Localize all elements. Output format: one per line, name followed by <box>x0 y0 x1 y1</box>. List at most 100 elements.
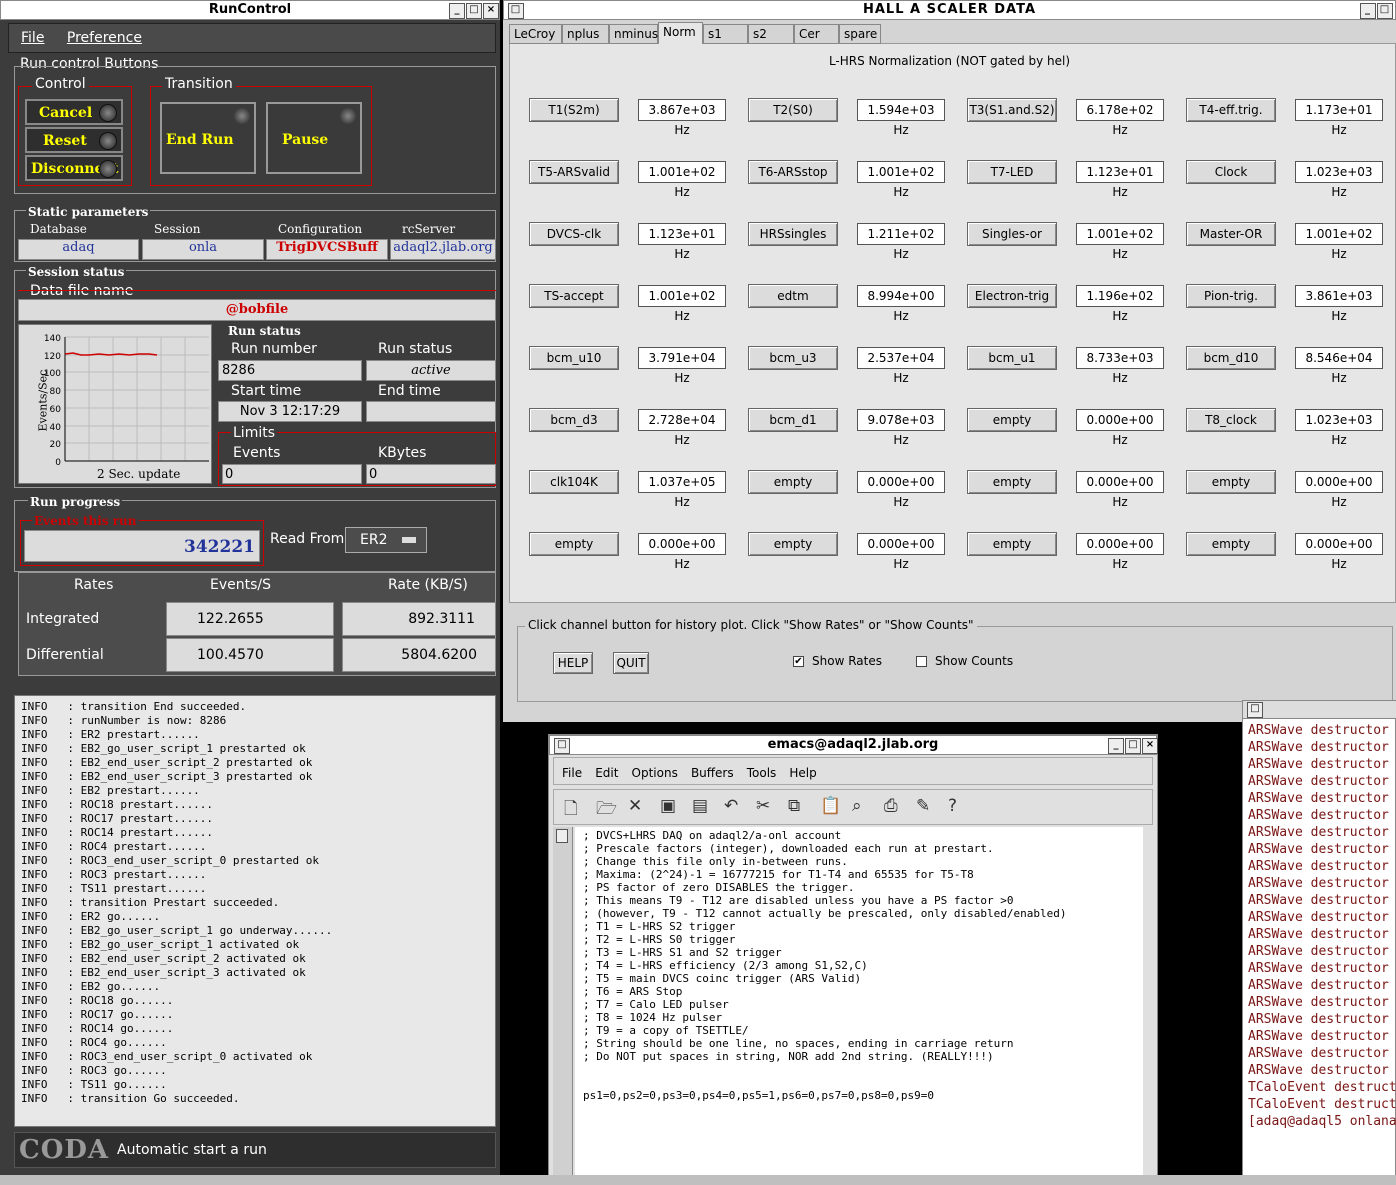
window-menu-icon[interactable]: □ <box>554 738 570 754</box>
channel-value[interactable]: 1.023e+03 Hz <box>1295 161 1383 199</box>
help-button[interactable]: HELP <box>553 652 593 674</box>
channel-value[interactable]: 3.861e+03 Hz <box>1295 285 1383 323</box>
minimize-icon[interactable]: _ <box>449 3 465 19</box>
channel-button[interactable]: empty <box>967 408 1057 432</box>
channel-button[interactable]: empty <box>529 532 619 556</box>
channel-button[interactable]: empty <box>1186 532 1276 556</box>
channel-value[interactable]: 3.867e+03 Hz <box>638 99 726 137</box>
channel-button[interactable]: Electron-trig <box>967 284 1057 308</box>
xterm-output[interactable]: ARSWave destructor ARSWave destructor ARSW… <box>1248 722 1396 1130</box>
channel-button[interactable]: T4-eff.trig. <box>1186 98 1276 122</box>
emacs-scrollbar[interactable] <box>553 827 573 1185</box>
channel-button[interactable]: T8_clock <box>1186 408 1276 432</box>
new-file-icon[interactable]: 🗋 <box>564 796 578 825</box>
channel-button[interactable]: empty <box>1186 470 1276 494</box>
cut-icon[interactable]: ✂ <box>756 796 770 816</box>
tab-lecroy[interactable]: LeCroy <box>509 24 562 44</box>
channel-value[interactable]: 1.001e+02 Hz <box>1076 223 1164 261</box>
emacs-menu-buffers[interactable]: Buffers <box>691 766 734 780</box>
channel-button[interactable]: DVCS-clk <box>529 222 619 246</box>
channel-button[interactable]: HRSsingles <box>748 222 838 246</box>
kbytes-limit-input[interactable]: 0 <box>366 464 496 484</box>
help-icon[interactable]: ? <box>948 796 957 816</box>
channel-value[interactable]: 1.001e+02 Hz <box>638 285 726 323</box>
channel-button[interactable]: clk104K <box>529 470 619 494</box>
channel-button[interactable]: Clock <box>1186 160 1276 184</box>
scaler-titlebar[interactable]: □ HALL A SCALER DATA _ □ <box>503 0 1396 20</box>
emacs-menu-edit[interactable]: Edit <box>595 766 618 780</box>
channel-button[interactable]: T1(S2m) <box>529 98 619 122</box>
preferences-icon[interactable]: ✎ <box>916 796 930 816</box>
channel-button[interactable]: edtm <box>748 284 838 308</box>
channel-button[interactable]: Singles-or <box>967 222 1057 246</box>
quit-button[interactable]: QUIT <box>613 652 649 674</box>
channel-value[interactable]: 8.546e+04 Hz <box>1295 347 1383 385</box>
paste-icon[interactable]: 📋 <box>820 796 841 816</box>
channel-button[interactable]: bcm_d1 <box>748 408 838 432</box>
xterm-titlebar[interactable]: □ <box>1243 701 1396 719</box>
minimize-icon[interactable]: _ <box>1360 3 1376 19</box>
channel-value[interactable]: 1.123e+01 Hz <box>638 223 726 261</box>
close-icon[interactable]: ✕ <box>628 796 642 816</box>
channel-value[interactable]: 9.078e+03 Hz <box>857 409 945 447</box>
channel-button[interactable]: bcm_u10 <box>529 346 619 370</box>
channel-value[interactable]: 0.000e+00 Hz <box>1295 533 1383 571</box>
close-icon[interactable]: × <box>483 3 499 19</box>
channel-value[interactable]: 1.123e+01 Hz <box>1076 161 1164 199</box>
channel-button[interactable]: bcm_d3 <box>529 408 619 432</box>
channel-button[interactable]: Master-OR <box>1186 222 1276 246</box>
channel-value[interactable]: 1.023e+03 Hz <box>1295 409 1383 447</box>
emacs-menu-file[interactable]: File <box>562 766 582 780</box>
show-counts-checkbox[interactable] <box>916 656 927 667</box>
reset-button[interactable]: Reset <box>25 127 123 153</box>
channel-value[interactable]: 8.733e+03 Hz <box>1076 347 1164 385</box>
channel-value[interactable]: 0.000e+00 Hz <box>638 533 726 571</box>
emacs-buffer[interactable]: ; DVCS+LHRS DAQ on adaql2/a-onl account;… <box>575 827 1143 1185</box>
channel-value[interactable]: 1.211e+02 Hz <box>857 223 945 261</box>
channel-button[interactable]: bcm_u3 <box>748 346 838 370</box>
channel-value[interactable]: 2.728e+04 Hz <box>638 409 726 447</box>
runcontrol-titlebar[interactable]: RunControl _ □ × <box>0 0 500 20</box>
tab-spare[interactable]: spare <box>839 24 881 44</box>
window-menu-icon[interactable]: □ <box>1247 702 1263 718</box>
undo-icon[interactable]: ↶ <box>724 796 738 816</box>
tab-nplus[interactable]: nplus <box>562 24 609 44</box>
channel-button[interactable]: T7-LED <box>967 160 1057 184</box>
tab-s2[interactable]: s2 <box>748 24 794 44</box>
channel-value[interactable]: 0.000e+00 Hz <box>1295 471 1383 509</box>
channel-value[interactable]: 8.994e+00 Hz <box>857 285 945 323</box>
show-rates-checkbox[interactable]: ✔ <box>793 656 804 667</box>
menu-preference[interactable]: Preference <box>55 24 148 46</box>
window-menu-icon[interactable]: □ <box>508 3 524 19</box>
emacs-menu-help[interactable]: Help <box>789 766 816 780</box>
channel-button[interactable]: bcm_d10 <box>1186 346 1276 370</box>
channel-button[interactable]: bcm_u1 <box>967 346 1057 370</box>
tab-cer[interactable]: Cer <box>794 24 839 44</box>
tab-norm[interactable]: Norm <box>658 22 703 44</box>
channel-value[interactable]: 1.001e+02 Hz <box>1295 223 1383 261</box>
copy-icon[interactable]: ⧉ <box>788 796 800 816</box>
channel-value[interactable]: 0.000e+00 Hz <box>857 471 945 509</box>
channel-button[interactable]: TS-accept <box>529 284 619 308</box>
cancel-button[interactable]: Cancel <box>25 99 123 125</box>
channel-value[interactable]: 0.000e+00 Hz <box>1076 533 1164 571</box>
channel-value[interactable]: 0.000e+00 Hz <box>857 533 945 571</box>
save-icon[interactable]: ▣ <box>660 796 676 816</box>
disconnect-button[interactable]: Disconnect <box>25 155 123 181</box>
channel-value[interactable]: 1.001e+02 Hz <box>638 161 726 199</box>
maximize-icon[interactable]: □ <box>1377 3 1393 19</box>
channel-value[interactable]: 6.178e+02 Hz <box>1076 99 1164 137</box>
tab-s1[interactable]: s1 <box>703 24 748 44</box>
channel-value[interactable]: 0.000e+00 Hz <box>1076 471 1164 509</box>
maximize-icon[interactable]: □ <box>466 3 482 19</box>
channel-value[interactable]: 2.537e+04 Hz <box>857 347 945 385</box>
channel-value[interactable]: 1.594e+03 Hz <box>857 99 945 137</box>
menu-file[interactable]: File <box>9 24 50 46</box>
channel-value[interactable]: 1.001e+02 Hz <box>857 161 945 199</box>
channel-value[interactable]: 1.037e+05 Hz <box>638 471 726 509</box>
save-as-icon[interactable]: ▤ <box>692 796 708 816</box>
emacs-menu-options[interactable]: Options <box>632 766 678 780</box>
emacs-titlebar[interactable]: □ emacs@adaql2.jlab.org _ □ × <box>549 735 1158 755</box>
channel-value[interactable]: 3.791e+04 Hz <box>638 347 726 385</box>
channel-button[interactable]: empty <box>748 532 838 556</box>
